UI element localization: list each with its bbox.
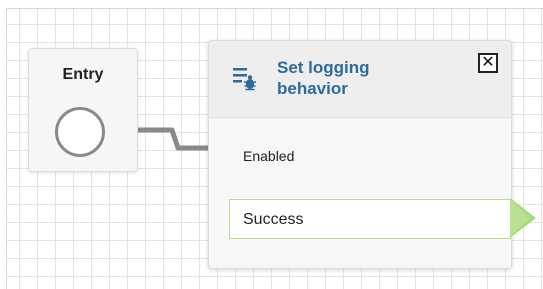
success-branch-label: Success bbox=[243, 211, 304, 228]
set-logging-behavior-block[interactable]: Set logging behavior ✕ Enabled Success bbox=[208, 40, 512, 269]
block-title: Set logging behavior bbox=[277, 57, 457, 99]
list-bug-icon bbox=[233, 68, 256, 91]
input-label-enabled: Enabled bbox=[243, 148, 295, 164]
block-title-line-2: behavior bbox=[277, 79, 348, 98]
canvas-top-border bbox=[6, 8, 543, 9]
entry-title: Entry bbox=[62, 66, 104, 83]
success-branch[interactable]: Success bbox=[229, 199, 511, 239]
close-button[interactable]: ✕ bbox=[478, 53, 498, 73]
block-title-line-1: Set logging bbox=[277, 58, 370, 77]
canvas-left-margin bbox=[0, 8, 7, 289]
block-header[interactable]: Set logging behavior ✕ bbox=[209, 41, 511, 118]
canvas-top-margin bbox=[0, 0, 543, 8]
success-branch-arrow-icon[interactable] bbox=[510, 198, 536, 238]
entry-port-icon[interactable] bbox=[55, 107, 105, 157]
entry-node[interactable]: Entry bbox=[28, 48, 138, 172]
